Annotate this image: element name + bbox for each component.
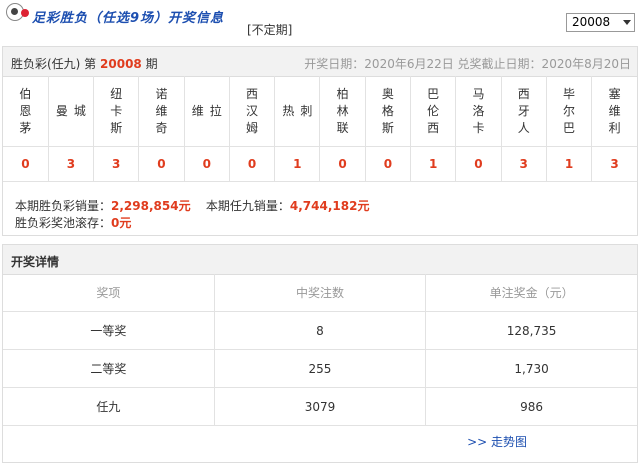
team-name: 热 刺 [274,76,321,147]
irregular-note: [不定期] [247,23,293,37]
match-result: 1 [410,146,457,182]
draw-header: 胜负彩(任九) 第 20008 期 开奖日期：2020年6月22日 兑奖截止日期… [3,47,637,77]
match-result: 0 [455,146,502,182]
team-name: 维 拉 [184,76,230,147]
prize-amount: 1,730 [425,349,637,388]
sfc-sales-value: 2,298,854元 [111,199,191,213]
team-name: 马洛卡 [455,76,502,147]
top-bar: 足彩胜负（任选9场）开奖信息 [不定期] 20008 [0,0,642,44]
match-result: 3 [591,146,637,182]
team-name: 西牙人 [501,76,547,147]
team-name: 伯恩茅 [3,76,49,147]
draw-dates: 开奖日期：2020年6月22日 兑奖截止日期：2020年8月20日 [304,57,631,71]
prize-count: 3079 [214,387,427,426]
prize-section-title: 开奖详情 [11,255,60,269]
team-row: 伯恩茅曼 城纽卡斯诺维奇维 拉西汉姆热 刺柏林联奥格斯巴伦西马洛卡西牙人毕尔巴塞… [3,76,637,147]
prize-amount: 986 [425,387,637,426]
team-name: 奥格斯 [365,76,412,147]
match-result: 0 [319,146,366,182]
match-result: 0 [229,146,276,182]
prize-level: 一等奖 [3,311,215,350]
match-result: 0 [3,146,49,182]
draw-result-panel: 胜负彩(任九) 第 20008 期 开奖日期：2020年6月22日 兑奖截止日期… [2,46,638,236]
team-name: 毕尔巴 [546,76,593,147]
prize-header: 开奖详情 [3,245,637,275]
team-name: 诺维奇 [138,76,185,147]
col-header-amount: 单注奖金（元） [425,274,637,312]
chevron-down-icon [623,20,631,25]
match-result: 1 [546,146,593,182]
match-result: 0 [138,146,185,182]
pool-label: 胜负彩奖池滚存： [15,216,112,230]
prize-table: 奖项 中奖注数 单注奖金（元） 一等奖 8 128,735 二等奖 255 1,… [3,274,637,426]
draw-title-prefix: 胜负彩(任九) 第 [11,57,97,71]
team-name: 纽卡斯 [93,76,140,147]
result-row: 03300010010313 [3,146,637,182]
col-header-count: 中奖注数 [214,274,427,312]
issue-select[interactable]: 20008 [566,13,635,32]
draw-title: 胜负彩(任九) 第 20008 期 [11,55,158,72]
col-header-level: 奖项 [3,274,215,312]
team-name: 曼 城 [48,76,95,147]
r9-sales-label: 本期任九销量： [205,199,290,213]
prize-level: 二等奖 [3,349,215,388]
match-result: 1 [274,146,321,182]
team-name: 巴伦西 [410,76,457,147]
prize-detail-panel: 开奖详情 奖项 中奖注数 单注奖金（元） 一等奖 8 128,735 二等奖 2… [2,244,638,463]
draw-title-suffix: 期 [145,57,158,71]
sales-info: 本期胜负彩销量：2,298,854元 本期任九销量：4,744,182元 胜负彩… [15,198,369,232]
team-name: 塞维利 [591,76,637,147]
match-result: 0 [184,146,230,182]
r9-sales-value: 4,744,182元 [289,199,370,213]
soccer-ball-icon [6,3,29,21]
team-name: 柏林联 [319,76,366,147]
table-row: 二等奖 255 1,730 [3,349,637,388]
match-table: 伯恩茅曼 城纽卡斯诺维奇维 拉西汉姆热 刺柏林联奥格斯巴伦西马洛卡西牙人毕尔巴塞… [3,76,637,182]
draw-issue-number: 20008 [100,57,142,71]
match-result: 0 [365,146,412,182]
match-result: 3 [93,146,140,182]
logo-title: 足彩胜负（任选9场）开奖信息 [32,11,225,26]
match-result: 3 [48,146,95,182]
prize-amount: 128,735 [425,311,637,350]
pool-value: 0元 [111,216,132,230]
prize-table-header: 奖项 中奖注数 单注奖金（元） [3,274,637,312]
table-row: 任九 3079 986 [3,387,637,426]
team-name: 西汉姆 [229,76,276,147]
prize-count: 255 [214,349,427,388]
trend-chart-link[interactable]: >> 走势图 [467,433,527,450]
match-result: 3 [501,146,547,182]
table-row: 一等奖 8 128,735 [3,311,637,350]
prize-count: 8 [214,311,427,350]
issue-select-value: 20008 [572,15,611,29]
prize-level: 任九 [3,387,215,426]
sfc-sales-label: 本期胜负彩销量： [15,199,112,213]
